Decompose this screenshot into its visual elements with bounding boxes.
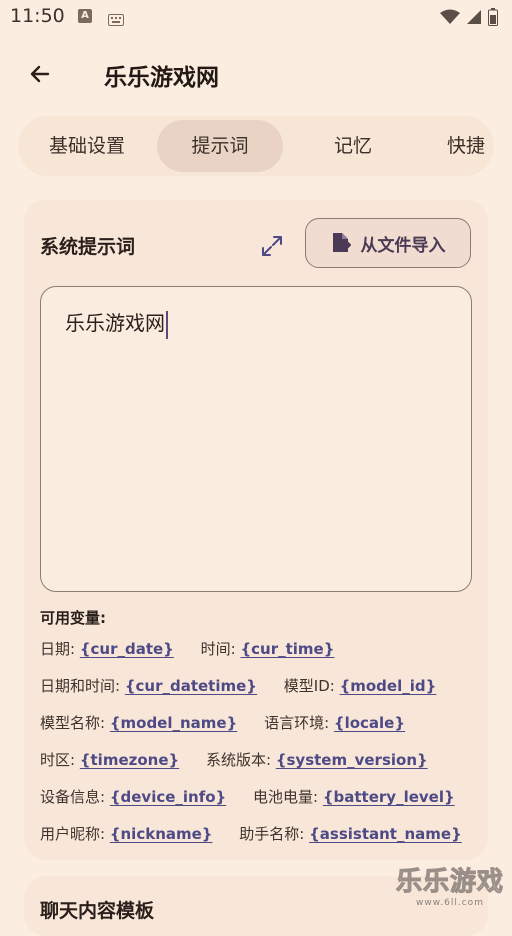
- variable-token-nickname[interactable]: {nickname}: [110, 825, 213, 843]
- app-bar: 乐乐游戏网: [0, 44, 512, 104]
- variable-label: 时区:: [40, 751, 80, 769]
- variable-label: 模型ID:: [283, 677, 340, 695]
- variable-item: 用户昵称: {nickname}: [40, 823, 212, 844]
- variable-label: 日期和时间:: [40, 677, 125, 695]
- chat-template-title: 聊天内容模板: [40, 900, 155, 922]
- expand-button[interactable]: [254, 228, 290, 264]
- watermark-logo: 乐乐游戏 www.6ll.com: [392, 861, 508, 909]
- variable-token-device-info[interactable]: {device_info}: [110, 788, 226, 806]
- variable-item: 日期: {cur_date}: [40, 638, 174, 659]
- variable-token-system-version[interactable]: {system_version}: [276, 751, 428, 769]
- variable-item: 语言环境: {locale}: [264, 712, 405, 733]
- variable-token-locale[interactable]: {locale}: [334, 714, 405, 732]
- system-prompt-value: 乐乐游戏网: [65, 311, 165, 335]
- variable-item: 模型名称: {model_name}: [40, 712, 237, 733]
- status-time: 11:50: [10, 5, 65, 27]
- watermark-text: 乐乐游戏: [395, 867, 504, 898]
- variable-token-cur-time[interactable]: {cur_time}: [240, 640, 334, 658]
- variable-row: 设备信息: {device_info} 电池电量: {battery_level…: [40, 786, 477, 807]
- arrow-left-icon: [30, 65, 50, 83]
- battery-icon: [488, 8, 498, 30]
- variable-label: 系统版本:: [205, 751, 276, 769]
- tab-memory[interactable]: 记忆: [290, 120, 416, 172]
- wifi-icon: [440, 9, 460, 29]
- watermark-url: www.6ll.com: [416, 898, 484, 908]
- variable-label: 用户昵称:: [40, 825, 110, 843]
- variable-item: 系统版本: {system_version}: [206, 749, 428, 770]
- variable-token-model-id[interactable]: {model_id}: [340, 677, 437, 695]
- page-title: 乐乐游戏网: [104, 65, 219, 91]
- variable-item: 时区: {timezone}: [40, 749, 179, 770]
- variable-item: 设备信息: {device_info}: [40, 786, 226, 807]
- variable-token-cur-date[interactable]: {cur_date}: [80, 640, 174, 658]
- tab-bar: 基础设置 提示词 记忆 快捷: [18, 116, 494, 176]
- system-prompt-card: 系统提示词 从文件导入 乐乐游戏网 可用变量: 日期: {cur_date} 时…: [24, 200, 488, 860]
- expand-icon: [262, 236, 282, 256]
- variable-row: 时区: {timezone} 系统版本: {system_version}: [40, 749, 450, 770]
- variable-row: 日期: {cur_date} 时间: {cur_time}: [40, 638, 356, 659]
- variable-label: 模型名称:: [40, 714, 110, 732]
- status-bar: 11:50 A: [0, 0, 512, 34]
- tab-prompt[interactable]: 提示词: [157, 120, 283, 172]
- back-button[interactable]: [20, 54, 60, 94]
- import-from-file-button[interactable]: 从文件导入: [305, 218, 471, 268]
- variable-label: 时间:: [200, 640, 241, 658]
- variable-row: 模型名称: {model_name} 语言环境: {locale}: [40, 712, 427, 733]
- variables-title: 可用变量:: [40, 609, 106, 627]
- import-button-label: 从文件导入: [360, 235, 446, 256]
- variable-label: 设备信息:: [40, 788, 110, 806]
- file-import-icon: [332, 233, 351, 252]
- signal-icon: [466, 9, 482, 29]
- variable-item: 助手名称: {assistant_name}: [239, 823, 461, 844]
- system-prompt-text-wrap: 乐乐游戏网: [65, 307, 168, 339]
- keyboard-icon: [108, 11, 124, 30]
- variable-label: 电池电量:: [253, 788, 323, 806]
- text-cursor: [166, 310, 168, 339]
- variable-token-timezone[interactable]: {timezone}: [80, 751, 179, 769]
- variable-item: 时间: {cur_time}: [201, 638, 335, 659]
- variable-token-battery-level[interactable]: {battery_level}: [323, 788, 455, 806]
- tab-shortcuts[interactable]: 快捷: [423, 120, 494, 172]
- variable-label: 日期:: [40, 640, 80, 658]
- variable-row: 用户昵称: {nickname} 助手名称: {assistant_name}: [40, 823, 484, 844]
- variable-token-model-name[interactable]: {model_name}: [110, 714, 237, 732]
- notification-icon: A: [78, 9, 92, 23]
- variable-label: 语言环境:: [264, 714, 334, 732]
- system-prompt-title: 系统提示词: [40, 236, 136, 258]
- system-prompt-input[interactable]: 乐乐游戏网: [40, 286, 472, 592]
- variable-item: 电池电量: {battery_level}: [253, 786, 455, 807]
- variable-item: 模型ID: {model_id}: [284, 675, 437, 696]
- variable-token-cur-datetime[interactable]: {cur_datetime}: [125, 677, 257, 695]
- variable-row: 日期和时间: {cur_datetime} 模型ID: {model_id}: [40, 675, 458, 696]
- variable-token-assistant-name[interactable]: {assistant_name}: [309, 825, 462, 843]
- variable-label: 助手名称:: [239, 825, 310, 843]
- tab-basic-settings[interactable]: 基础设置: [24, 120, 150, 172]
- variable-item: 日期和时间: {cur_datetime}: [40, 675, 257, 696]
